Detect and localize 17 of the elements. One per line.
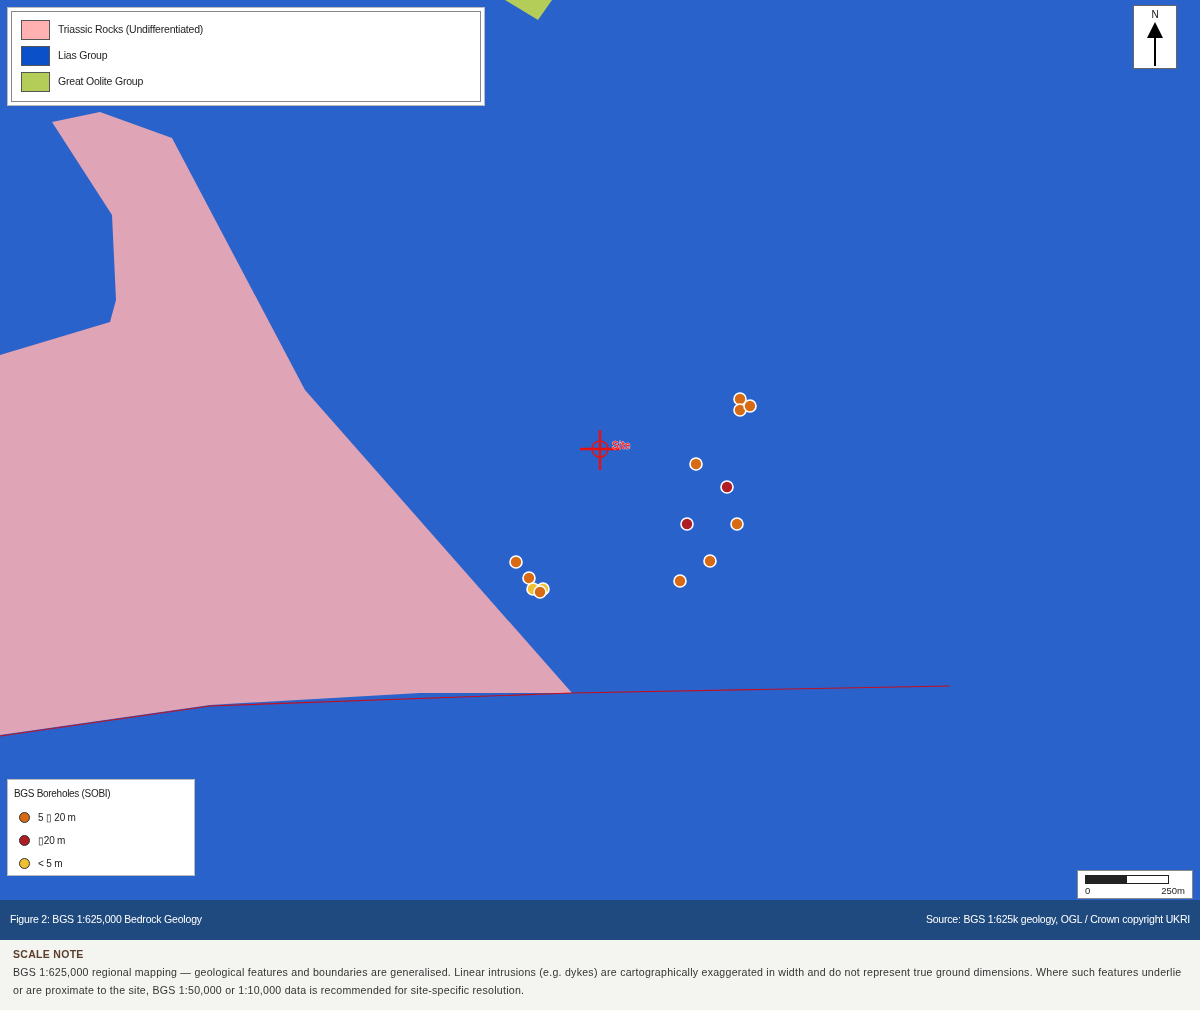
legend-label: ▯20 m: [38, 834, 66, 848]
source-credit: Source: BGS 1:625k geology, OGL / Crown copyright UKRI: [925, 912, 1190, 928]
scale-label: 250m: [1161, 886, 1185, 896]
scale-label: 0: [1085, 886, 1091, 896]
north-arrow-icon: [1146, 20, 1164, 66]
legend-label: Great Oolite Group: [58, 74, 144, 90]
site-label: Site: [612, 440, 631, 451]
legend-label: Lias Group: [58, 48, 108, 64]
legend-label: Triassic Rocks (Undifferentiated): [58, 22, 204, 38]
oolite-rock-area: [505, 0, 552, 20]
legend-title: BGS Boreholes (SOBI): [14, 787, 112, 801]
figure-caption: Figure 2: BGS 1:625,000 Bedrock Geology: [10, 912, 202, 928]
note-title: SCALE NOTE: [13, 947, 85, 962]
legend-label: < 5 m: [38, 857, 63, 871]
legend-label: 5 ▯ 20 m: [38, 811, 76, 825]
note-text: BGS 1:625,000 regional mapping — geological features and boundaries are generalised. Linear intrusions (e.g. dykes) are cartographically exaggerated in width and do not represent true ground dimensions. Where such features underlie or are proximate to the site, BGS 1:50,000 or 1:10,000 data is recommended for site-specific resolution.: [13, 964, 1183, 998]
north-label: N: [1151, 10, 1159, 20]
